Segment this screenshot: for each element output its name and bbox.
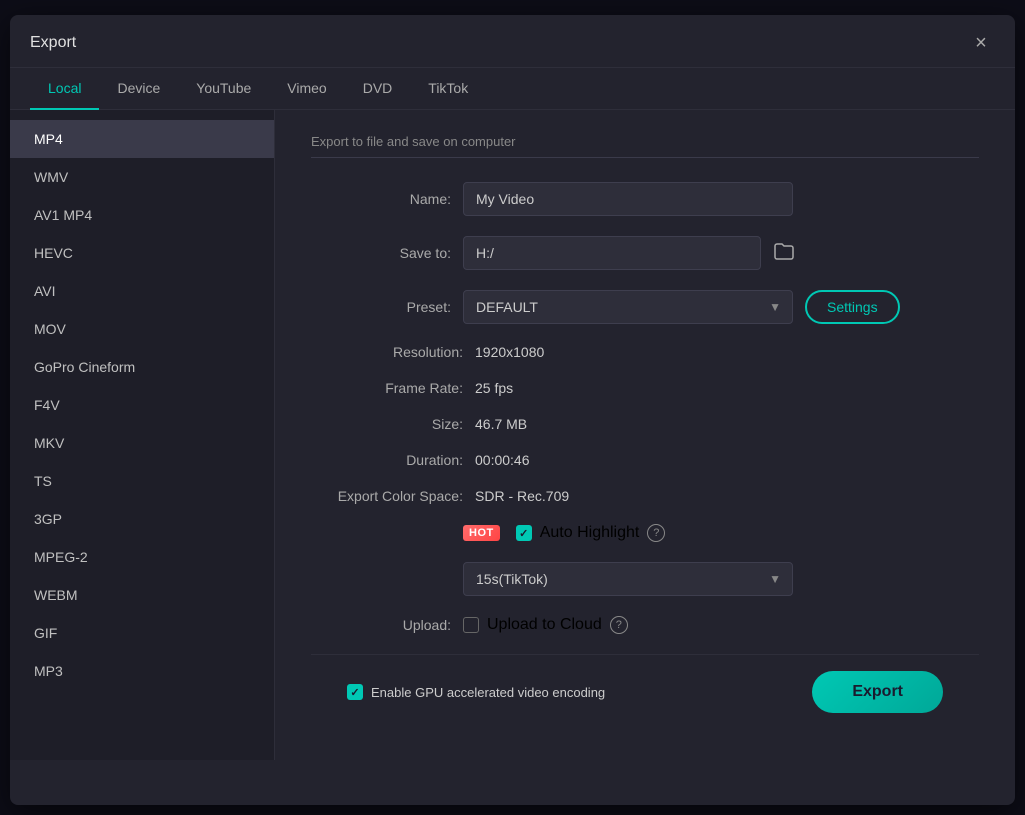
sidebar-item-mp4[interactable]: MP4 (10, 120, 274, 158)
modal-overlay: Export × Local Device YouTube Vimeo DVD … (0, 0, 1025, 815)
tab-dvd[interactable]: DVD (345, 68, 411, 110)
export-button[interactable]: Export (812, 671, 943, 713)
sidebar-item-ts[interactable]: TS (10, 462, 274, 500)
name-input[interactable] (463, 182, 793, 216)
size-label: Size: (311, 416, 463, 432)
gpu-label[interactable]: ✓ Enable GPU accelerated video encoding (347, 684, 605, 700)
tiktok-select-wrapper: 15s(TikTok) 30s 60s 3min ▼ (463, 562, 793, 596)
tab-youtube[interactable]: YouTube (178, 68, 269, 110)
format-sidebar: MP4 WMV AV1 MP4 HEVC AVI MOV GoPro Cinef… (10, 110, 275, 760)
frame-rate-label: Frame Rate: (311, 380, 463, 396)
sidebar-item-mov[interactable]: MOV (10, 310, 274, 348)
export-content: Export to file and save on computer Name… (275, 110, 1015, 760)
color-space-value: SDR - Rec.709 (475, 488, 569, 504)
upload-to-cloud-checkbox[interactable] (463, 617, 479, 633)
frame-rate-row: Frame Rate: 25 fps (311, 380, 979, 396)
duration-value: 00:00:46 (475, 452, 530, 468)
tiktok-duration-row: 15s(TikTok) 30s 60s 3min ▼ (463, 562, 979, 596)
gpu-text: Enable GPU accelerated video encoding (371, 685, 605, 700)
resolution-value: 1920x1080 (475, 344, 544, 360)
preset-controls: DEFAULT High Quality Low Quality Custom … (463, 290, 900, 324)
save-to-controls (463, 236, 799, 270)
sidebar-item-gopro[interactable]: GoPro Cineform (10, 348, 274, 386)
save-to-row: Save to: (311, 236, 979, 270)
auto-highlight-help-icon[interactable]: ? (647, 524, 665, 542)
sidebar-item-avi[interactable]: AVI (10, 272, 274, 310)
gpu-checkmark-icon: ✓ (350, 686, 359, 699)
sidebar-item-gif[interactable]: GIF (10, 614, 274, 652)
upload-controls: Upload to Cloud ? (463, 616, 628, 634)
preset-row: Preset: DEFAULT High Quality Low Quality… (311, 290, 979, 324)
upload-row: Upload: Upload to Cloud ? (311, 616, 979, 634)
color-space-label: Export Color Space: (311, 488, 463, 504)
modal-footer: ✓ Enable GPU accelerated video encoding … (311, 654, 979, 729)
checkmark-icon: ✓ (519, 527, 528, 540)
size-row: Size: 46.7 MB (311, 416, 979, 432)
close-button[interactable]: × (967, 29, 995, 57)
size-value: 46.7 MB (475, 416, 527, 432)
upload-to-cloud-text: Upload to Cloud (487, 616, 602, 634)
tab-local[interactable]: Local (30, 68, 99, 110)
gpu-checkbox[interactable]: ✓ (347, 684, 363, 700)
auto-highlight-controls: HOT ✓ Auto Highlight ? (463, 524, 665, 542)
auto-highlight-text: Auto Highlight (540, 524, 640, 542)
section-title: Export to file and save on computer (311, 134, 979, 158)
sidebar-item-mp3[interactable]: MP3 (10, 652, 274, 690)
frame-rate-value: 25 fps (475, 380, 513, 396)
modal-header: Export × (10, 15, 1015, 68)
tab-vimeo[interactable]: Vimeo (269, 68, 344, 110)
upload-help-icon[interactable]: ? (610, 616, 628, 634)
sidebar-item-mpeg2[interactable]: MPEG-2 (10, 538, 274, 576)
tab-device[interactable]: Device (99, 68, 178, 110)
auto-highlight-row: HOT ✓ Auto Highlight ? (311, 524, 979, 542)
sidebar-item-3gp[interactable]: 3GP (10, 500, 274, 538)
preset-select-wrapper: DEFAULT High Quality Low Quality Custom … (463, 290, 793, 324)
sidebar-item-hevc[interactable]: HEVC (10, 234, 274, 272)
settings-button[interactable]: Settings (805, 290, 900, 324)
save-to-input[interactable] (463, 236, 761, 270)
tab-tiktok[interactable]: TikTok (410, 68, 486, 110)
sidebar-item-webm[interactable]: WEBM (10, 576, 274, 614)
modal-title: Export (30, 34, 76, 52)
color-space-row: Export Color Space: SDR - Rec.709 (311, 488, 979, 504)
resolution-label: Resolution: (311, 344, 463, 360)
sidebar-item-f4v[interactable]: F4V (10, 386, 274, 424)
upload-label: Upload: (311, 617, 451, 633)
auto-highlight-checkbox[interactable]: ✓ (516, 525, 532, 541)
name-row: Name: (311, 182, 979, 216)
duration-label: Duration: (311, 452, 463, 468)
save-to-label: Save to: (311, 245, 451, 261)
tiktok-duration-select[interactable]: 15s(TikTok) 30s 60s 3min (463, 562, 793, 596)
preset-label: Preset: (311, 299, 451, 315)
tab-bar: Local Device YouTube Vimeo DVD TikTok (10, 68, 1015, 110)
sidebar-item-mkv[interactable]: MKV (10, 424, 274, 462)
hot-badge: HOT (463, 525, 500, 541)
upload-to-cloud-label[interactable]: Upload to Cloud (463, 616, 602, 634)
modal-body: MP4 WMV AV1 MP4 HEVC AVI MOV GoPro Cinef… (10, 110, 1015, 760)
sidebar-item-av1mp4[interactable]: AV1 MP4 (10, 196, 274, 234)
preset-select[interactable]: DEFAULT High Quality Low Quality Custom (463, 290, 793, 324)
name-label: Name: (311, 191, 451, 207)
duration-row: Duration: 00:00:46 (311, 452, 979, 468)
sidebar-item-wmv[interactable]: WMV (10, 158, 274, 196)
auto-highlight-label[interactable]: ✓ Auto Highlight (516, 524, 640, 542)
export-modal: Export × Local Device YouTube Vimeo DVD … (10, 15, 1015, 805)
folder-browse-button[interactable] (769, 238, 799, 269)
resolution-row: Resolution: 1920x1080 (311, 344, 979, 360)
